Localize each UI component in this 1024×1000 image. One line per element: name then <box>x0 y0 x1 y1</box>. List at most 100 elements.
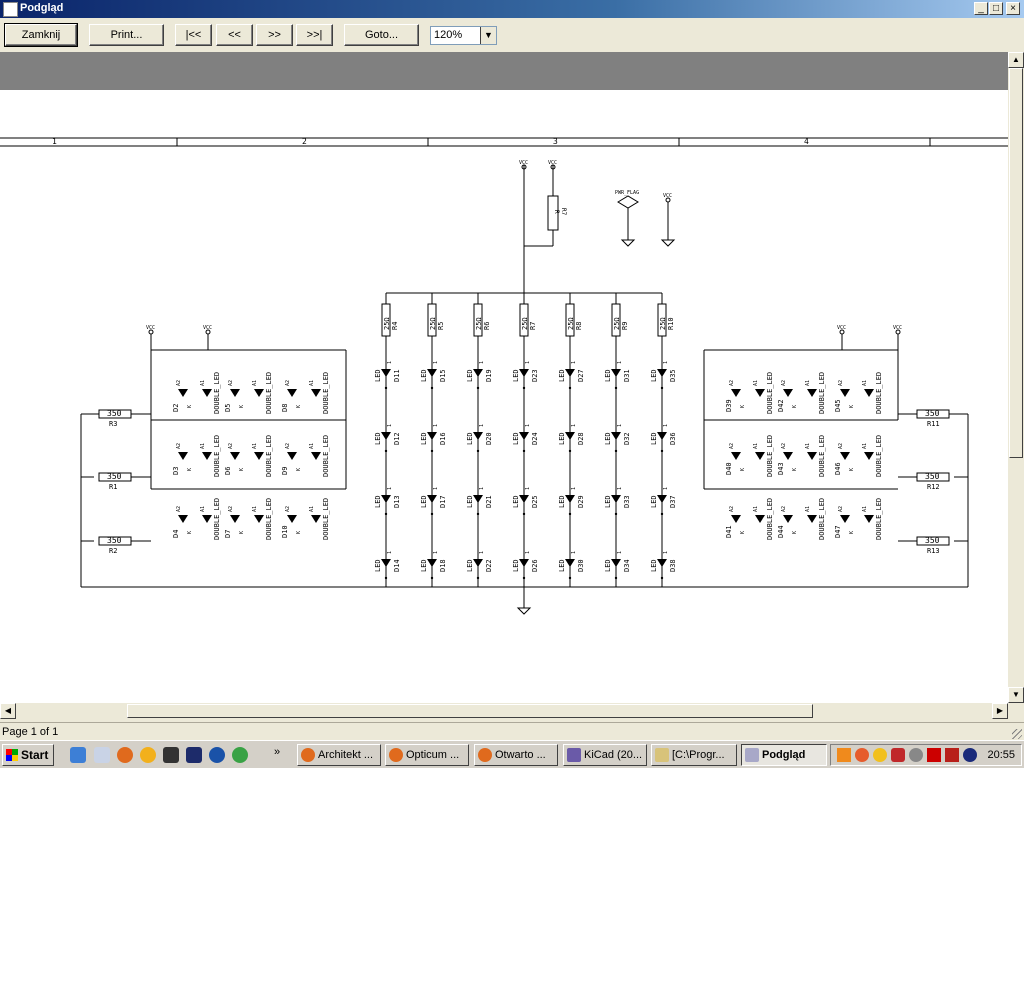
junction <box>522 449 526 453</box>
tray-icon-6[interactable] <box>927 748 941 762</box>
junction <box>476 512 480 516</box>
vertical-scroll-thumb[interactable] <box>1009 68 1023 458</box>
status-bar: Page 1 of 1 <box>0 722 1024 741</box>
double-led-ref: D2 <box>172 404 180 412</box>
tray-icon-8[interactable] <box>963 748 977 762</box>
led-ref: D36 <box>669 432 677 445</box>
pin-label: A2 <box>838 380 844 386</box>
player-icon[interactable] <box>209 747 225 763</box>
pin-label: 1 <box>571 361 577 364</box>
tray-icon-5[interactable] <box>909 748 923 762</box>
led-ref: D19 <box>485 369 493 382</box>
pin-label: A1 <box>753 380 759 386</box>
pin-label: 1 <box>525 361 531 364</box>
resistor-value: 350 <box>107 536 122 545</box>
double-led-label: DOUBLE_LED <box>875 498 883 540</box>
next-page-button[interactable]: >> <box>256 24 293 46</box>
clock: 20:55 <box>987 749 1015 761</box>
sun-icon[interactable] <box>140 747 156 763</box>
pin-label: 1 <box>479 361 485 364</box>
goto-button[interactable]: Goto... <box>344 24 419 46</box>
media-icon[interactable] <box>186 747 202 763</box>
led-ref: D38 <box>669 559 677 572</box>
pin-label: 1 <box>617 361 623 364</box>
pin-label: 1 <box>387 424 393 427</box>
pin-label: A1 <box>309 380 315 386</box>
shield-icon[interactable] <box>891 748 905 762</box>
task-opticum[interactable]: Opticum ... <box>385 744 469 766</box>
tray-icon-7[interactable] <box>945 748 959 762</box>
chevron-down-icon[interactable]: ▼ <box>480 27 496 44</box>
minimize-button[interactable]: _ <box>974 2 988 15</box>
preview-canvas[interactable]: 1 2 3 4 VCC VCC VCC R R7 PWR_FLAG 25Ω R4 LED D11 1 LED D… <box>0 52 1008 703</box>
pin-label: A2 <box>228 380 234 386</box>
pin-label: A2 <box>729 506 735 512</box>
close-button[interactable]: Zamknij <box>4 23 78 47</box>
led-ref: D29 <box>577 495 585 508</box>
maximize-button[interactable]: □ <box>989 2 1003 15</box>
prev-page-button[interactable]: << <box>216 24 253 46</box>
junction <box>384 449 388 453</box>
vertical-scrollbar[interactable]: ▲ ▼ <box>1008 52 1024 703</box>
pin-label: K <box>296 468 302 471</box>
tray-icon-3[interactable] <box>873 748 887 762</box>
led-label: LED <box>466 432 474 445</box>
print-button[interactable]: Print... <box>89 24 164 46</box>
task-otwarto[interactable]: Otwarto ... <box>474 744 558 766</box>
double-led-label: DOUBLE_LED <box>818 372 826 414</box>
pin-label: A1 <box>309 506 315 512</box>
tray-icon-2[interactable] <box>855 748 869 762</box>
resistor-value: 350 <box>107 472 122 481</box>
first-page-button[interactable]: |<< <box>175 24 212 46</box>
document-icon[interactable] <box>94 747 110 763</box>
pin-label: A2 <box>781 443 787 449</box>
double-led-label: DOUBLE_LED <box>265 372 273 414</box>
resize-grip-icon[interactable] <box>1012 729 1022 739</box>
resistor-value: 25Ω <box>429 317 437 330</box>
led-ref: D26 <box>531 559 539 572</box>
resistor-value: 25Ω <box>475 317 483 330</box>
firefox-icon <box>389 748 403 762</box>
scroll-down-icon[interactable]: ▼ <box>1008 687 1024 703</box>
led-label: LED <box>374 369 382 382</box>
inkscape-icon[interactable] <box>163 747 179 763</box>
junction <box>568 576 572 580</box>
scroll-right-icon[interactable]: ▶ <box>992 703 1008 719</box>
resistor-value: 350 <box>925 409 940 418</box>
junction <box>522 512 526 516</box>
scroll-left-icon[interactable]: ◀ <box>0 703 16 719</box>
pin-label: K <box>239 531 245 534</box>
resistor-value: 350 <box>925 536 940 545</box>
led-ref: D22 <box>485 559 493 572</box>
pin-label: K <box>740 531 746 534</box>
scroll-up-icon[interactable]: ▲ <box>1008 52 1024 68</box>
task-architekt[interactable]: Architekt ... <box>297 744 381 766</box>
pin-label: 1 <box>525 487 531 490</box>
firefox-icon[interactable] <box>117 747 133 763</box>
horizontal-scrollbar[interactable]: ◀ ▶ <box>0 703 1008 719</box>
pin-label: K <box>849 531 855 534</box>
horizontal-scroll-thumb[interactable] <box>127 704 813 718</box>
task-kicad[interactable]: KiCad (20... <box>563 744 647 766</box>
ie-icon[interactable] <box>70 747 86 763</box>
close-window-button[interactable]: × <box>1006 2 1020 15</box>
task-explorer[interactable]: [C:\Progr... <box>651 744 737 766</box>
vcc-label: VCC <box>663 193 672 199</box>
start-button[interactable]: Start <box>2 744 54 766</box>
title-bar[interactable]: Podgląd _ □ × <box>0 0 1024 18</box>
junction <box>476 576 480 580</box>
pin-label: A2 <box>176 380 182 386</box>
double-led-label: DOUBLE_LED <box>766 372 774 414</box>
pin-label: K <box>296 405 302 408</box>
resistor-ref: R4 <box>391 322 399 330</box>
tray-icon-1[interactable] <box>837 748 851 762</box>
zoom-select[interactable]: 120% ▼ <box>430 26 497 45</box>
last-page-button[interactable]: >>| <box>296 24 333 46</box>
pin-label: 1 <box>571 424 577 427</box>
pin-label: K <box>792 405 798 408</box>
toolbar: Zamknij Print... |<< << >> >>| Goto... <box>0 18 1024 52</box>
task-podglad[interactable]: Podgląd <box>741 744 827 766</box>
double-led-ref: D43 <box>777 462 785 475</box>
play-icon[interactable] <box>232 747 248 763</box>
quicklaunch-overflow[interactable]: » <box>274 746 280 758</box>
